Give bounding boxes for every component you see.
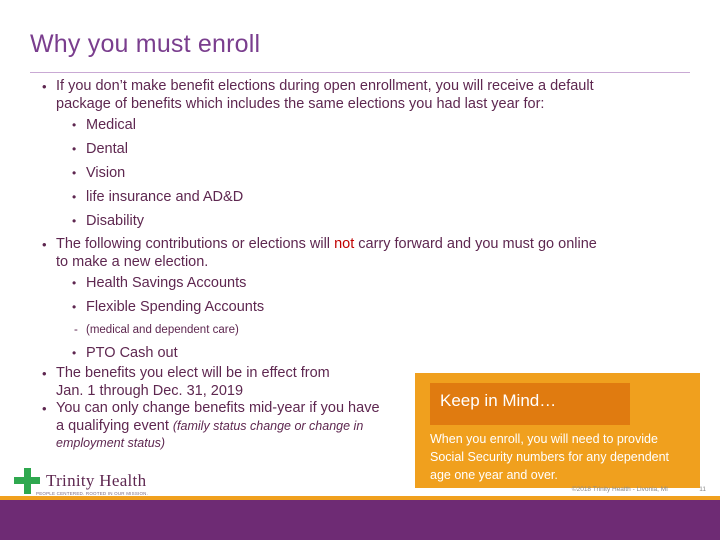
- sub-bullet-dental: Dental: [86, 141, 128, 157]
- sub-bullet-disability: Disability: [86, 213, 145, 229]
- page-title: Why you must enroll: [30, 30, 261, 58]
- logo-text: Trinity Health: [46, 471, 147, 490]
- list-item: • Health Savings Accounts: [24, 271, 696, 295]
- slide: Why you must enroll • If you don’t make …: [0, 0, 720, 540]
- bullet-2-post: carry forward and you must go online: [354, 236, 597, 252]
- keep-in-mind-title: Keep in Mind…: [440, 391, 557, 410]
- title-divider: [30, 72, 690, 73]
- bullet-dot-icon: •: [72, 300, 77, 314]
- bullet-dot-icon: •: [72, 118, 77, 132]
- bullet-dot-icon: •: [42, 79, 47, 94]
- dash-icon: -: [74, 324, 78, 336]
- bullet-4-line-2-italic: (family status change or change in: [172, 418, 364, 433]
- sub-bullet-hsa: Health Savings Accounts: [86, 275, 247, 291]
- sub-bullet-life-insurance: life insurance and AD&D: [86, 189, 244, 205]
- list-item: • The following contributions or electio…: [24, 236, 696, 271]
- sub-note-medical-dependent: (medical and dependent care): [86, 324, 239, 336]
- list-item: • Flexible Spending Accounts: [24, 295, 696, 319]
- bullet-3-line-1: The benefits you elect will be in effect…: [56, 365, 330, 381]
- bullet-dot-icon: •: [72, 142, 77, 156]
- logo-subtext: PEOPLE CENTERED. ROOTED IN OUR MISSION.: [36, 491, 149, 496]
- bullet-2-line-2: to make a new election.: [56, 253, 209, 270]
- bullet-4-line-3-italic: employment status): [56, 436, 166, 450]
- bullet-dot-icon: •: [72, 346, 77, 360]
- bullet-dot-icon: •: [72, 166, 77, 180]
- sub-bullet-pto-cash-out: PTO Cash out: [86, 345, 178, 361]
- list-item: • If you don’t make benefit elections du…: [24, 78, 696, 113]
- list-item: • PTO Cash out: [24, 341, 696, 365]
- bullet-4-line-2-pre: a qualifying event: [56, 417, 173, 434]
- bullet-dot-icon: •: [42, 401, 47, 416]
- list-item: • Medical: [24, 113, 696, 137]
- bullet-dot-icon: •: [72, 190, 77, 204]
- footer-bar: [0, 496, 720, 540]
- bullet-1-line-1: If you don’t make benefit elections duri…: [56, 78, 594, 94]
- sub-bullet-fsa: Flexible Spending Accounts: [86, 299, 265, 315]
- bullet-2-emphasis: not: [334, 236, 355, 252]
- copyright-text: ©2018 Trinity Health - Livonia, MI: [571, 486, 668, 493]
- bullet-dot-icon: •: [72, 214, 77, 228]
- keep-in-mind-text: When you enroll, you will need to provid…: [430, 432, 670, 482]
- footer-accent-stripe: [0, 496, 720, 500]
- list-item: • life insurance and AD&D: [24, 185, 696, 209]
- bullet-1-line-2: package of benefits which includes the s…: [56, 95, 545, 112]
- sub-bullet-vision: Vision: [86, 165, 126, 181]
- list-item: • Vision: [24, 161, 696, 185]
- bullet-dot-icon: •: [42, 237, 47, 252]
- page-number: 11: [699, 486, 706, 493]
- bullet-dot-icon: •: [72, 276, 77, 290]
- list-item: • Disability: [24, 209, 696, 233]
- bullet-dot-icon: •: [42, 366, 47, 381]
- list-item: • Dental: [24, 137, 696, 161]
- list-item: - (medical and dependent care): [24, 319, 696, 341]
- bullet-3-line-2: Jan. 1 through Dec. 31, 2019: [56, 382, 244, 399]
- bullet-2-pre: The following contributions or elections…: [56, 236, 335, 252]
- bullet-4-line-1: You can only change benefits mid-year if…: [56, 400, 380, 416]
- sub-bullet-medical: Medical: [86, 117, 136, 133]
